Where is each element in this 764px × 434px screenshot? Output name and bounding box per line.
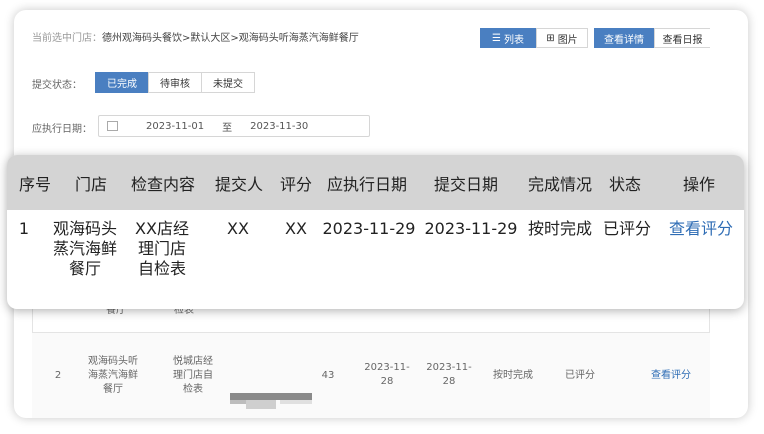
header-submitter: 提交人 (215, 174, 264, 194)
image-view-button[interactable]: ⊞ 图片 (536, 28, 588, 48)
date-filter-label: 应执行日期： (32, 124, 92, 135)
row-score: XX (285, 219, 307, 238)
row-store: 观海码头蒸汽海鲜餐厅 (52, 219, 117, 278)
calendar-icon (107, 121, 118, 131)
date-separator: 至 (222, 122, 233, 134)
header-status: 状态 (609, 174, 642, 194)
status-filter-tabs: 已完成 待审核 未提交 (95, 72, 255, 93)
date-range-picker[interactable]: 2023-11-01 至 2023-11-30 (98, 115, 370, 137)
view-detail-button[interactable]: 查看详情 (594, 28, 654, 48)
header-submit-date: 提交日期 (434, 174, 499, 194)
row-content: XX店经理门店自检表 (135, 219, 189, 278)
zoomed-table-overlay: 序号 门店 检查内容 提交人 评分 应执行日期 提交日期 完成情况 状态 操作 … (7, 155, 744, 309)
view-score-link[interactable]: 查看评分 (665, 219, 737, 239)
row-exec-date: 2023-11-29 (322, 219, 416, 238)
row-submitter: XX (227, 219, 249, 238)
status-tab-completed[interactable]: 已完成 (95, 72, 149, 93)
list-view-button[interactable]: ☰ 列表 (480, 28, 536, 48)
date-from[interactable]: 2023-11-01 (146, 121, 204, 132)
header-store: 门店 (75, 174, 108, 194)
view-daily-report-button[interactable]: 查看日报 (654, 28, 710, 48)
status-tab-unsubmitted[interactable]: 未提交 (201, 72, 255, 93)
breadcrumb: 当前选中门店：德州观海码头餐饮>默认大区>观海码头听海蒸汽海鲜餐厅 (32, 29, 359, 44)
date-to[interactable]: 2023-11-30 (250, 121, 308, 132)
header-action: 操作 (683, 174, 716, 194)
header-exec-date: 应执行日期 (327, 174, 408, 194)
header-index: 序号 (19, 174, 52, 194)
row-index: 1 (18, 219, 30, 238)
background-table: 餐厅 检表 2 观海码头听海蒸汽海鲜餐厅 悦城店经理门店自检表 43 2023-… (32, 300, 710, 418)
status-tab-pending[interactable]: 待审核 (148, 72, 202, 93)
header-score: 评分 (280, 174, 313, 194)
table-row: 2 观海码头听海蒸汽海鲜餐厅 悦城店经理门店自检表 43 2023-11-28 … (32, 333, 710, 418)
row-submit-date: 2023-11-29 (424, 219, 518, 238)
status-filter-label: 提交状态： (32, 80, 82, 91)
header-completion: 完成情况 (528, 174, 593, 194)
table-header: 序号 门店 检查内容 提交人 评分 应执行日期 提交日期 完成情况 状态 操作 (7, 155, 744, 210)
redacted-submitter (230, 393, 312, 409)
breadcrumb-label: 当前选中门店： (32, 33, 102, 44)
view-score-link[interactable]: 查看评分 (646, 369, 696, 383)
header-content: 检查内容 (131, 174, 196, 194)
list-icon: ☰ (492, 32, 501, 44)
row-status: 已评分 (602, 219, 651, 238)
grid-icon: ⊞ (546, 32, 555, 44)
row-completion: 按时完成 (527, 219, 592, 238)
breadcrumb-path[interactable]: 德州观海码头餐饮>默认大区>观海码头听海蒸汽海鲜餐厅 (102, 33, 359, 44)
